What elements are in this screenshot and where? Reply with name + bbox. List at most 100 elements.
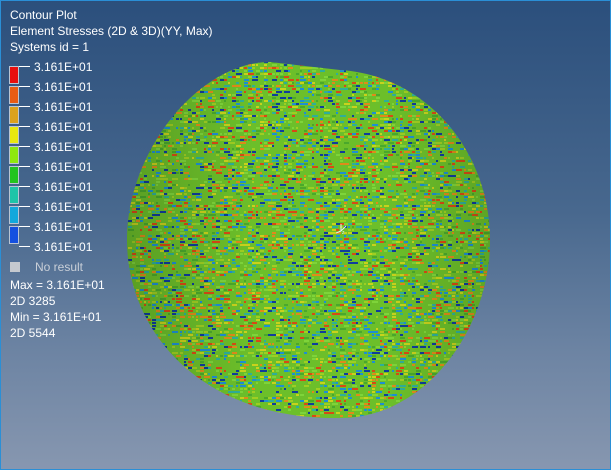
contour-speck: [436, 62, 439, 63]
contour-speck: [488, 142, 490, 144]
contour-speck: [184, 73, 187, 75]
contour-speck: [472, 130, 474, 132]
contour-speck: [452, 62, 457, 63]
contour-speck: [484, 64, 488, 66]
contour-speck: [400, 62, 403, 63]
contour-speck: [144, 88, 149, 90]
contour-speck: [408, 67, 414, 69]
contour-speck: [480, 322, 483, 324]
contour-speck: [400, 58, 405, 60]
contour-speck: [384, 73, 388, 75]
contour-speck: [252, 62, 258, 63]
contour-speck: [456, 73, 458, 75]
contour-speck: [132, 160, 136, 162]
contour-speck: [140, 67, 146, 69]
contour-speck: [492, 331, 496, 333]
contour-speck: [184, 58, 188, 60]
contour-speck: [464, 58, 470, 60]
contour-speck: [468, 64, 473, 66]
contour-speck: [464, 79, 466, 81]
contour-speck: [468, 118, 471, 120]
contour-speck: [416, 79, 420, 81]
contour-speck: [140, 163, 143, 165]
contour-speck: [192, 88, 196, 90]
contour-speck: [456, 70, 458, 72]
contour-speck: [484, 286, 488, 288]
contour-speck: [160, 112, 163, 114]
contour-speck: [396, 67, 399, 69]
contour-speck: [456, 85, 462, 87]
contour-speck: [460, 127, 463, 129]
contour-speck: [484, 58, 486, 60]
contour-speck: [492, 184, 496, 186]
contour-speck: [492, 322, 494, 324]
contour-speck: [412, 62, 417, 63]
contour-speck: [136, 124, 139, 126]
contour-speck: [436, 76, 438, 78]
contour-speck: [172, 97, 177, 99]
contour-speck: [412, 70, 418, 72]
contour-speck: [168, 103, 170, 105]
contour-speck: [472, 121, 476, 123]
contour-speck: [127, 304, 130, 306]
contour-speck: [404, 85, 407, 87]
contour-speck: [152, 70, 157, 72]
contour-speck: [440, 73, 445, 75]
contour-speck: [132, 325, 134, 327]
contour-speck: [484, 151, 488, 153]
contour-speck: [140, 343, 144, 345]
contour-speck: [196, 67, 198, 69]
contour-speck: [132, 151, 135, 153]
contour-speck: [488, 319, 490, 321]
contour-speck: [488, 94, 490, 96]
contour-speck: [472, 340, 477, 342]
contour-speck: [408, 76, 411, 78]
contour-speck: [144, 325, 147, 327]
contour-speck: [440, 82, 446, 84]
contour-speck: [432, 76, 435, 78]
contour-speck: [488, 178, 490, 180]
contour-speck: [128, 289, 133, 291]
graphics-viewport[interactable]: Contour Plot Element Stresses (2D & 3D)(…: [0, 0, 611, 470]
contour-speck: [176, 103, 182, 105]
contour-speck: [448, 76, 453, 78]
contour-speck: [412, 85, 418, 87]
contour-speck: [124, 265, 127, 267]
contour-speck: [192, 67, 198, 69]
contour-speck: [372, 70, 375, 72]
contour-speck: [196, 64, 199, 66]
contour-speck: [492, 76, 497, 78]
contour-speck: [488, 316, 490, 318]
contour-speck: [344, 64, 348, 66]
contour-speck: [216, 67, 221, 69]
contour-speck: [172, 64, 174, 66]
contour-speck: [472, 100, 474, 102]
contour-speck: [136, 94, 140, 96]
contour-speck: [380, 67, 382, 69]
contour-speck: [488, 82, 490, 84]
contour-speck: [136, 121, 139, 123]
contour-speck: [208, 79, 212, 81]
contour-speck: [492, 256, 494, 258]
contour-speck: [172, 82, 174, 84]
contour-speck: [164, 91, 169, 93]
contour-speck: [372, 58, 378, 60]
contour-speck: [484, 130, 487, 132]
contour-speck: [284, 62, 288, 63]
contour-speck: [472, 136, 474, 138]
contour-speck: [172, 103, 175, 105]
contour-speck: [488, 112, 490, 114]
contour-speck: [404, 82, 408, 84]
contour-speck: [448, 106, 454, 108]
contour-speck: [196, 82, 199, 84]
contour-speck: [140, 106, 144, 108]
contour-speck: [436, 88, 439, 90]
contour-speck: [240, 62, 244, 63]
contour-speck: [416, 67, 422, 69]
contour-speck: [440, 112, 442, 114]
contour-speck: [156, 100, 159, 102]
contour-speck: [480, 121, 484, 123]
contour-speck: [420, 88, 423, 90]
contour-speck: [488, 157, 490, 159]
contour-speck: [468, 67, 473, 69]
